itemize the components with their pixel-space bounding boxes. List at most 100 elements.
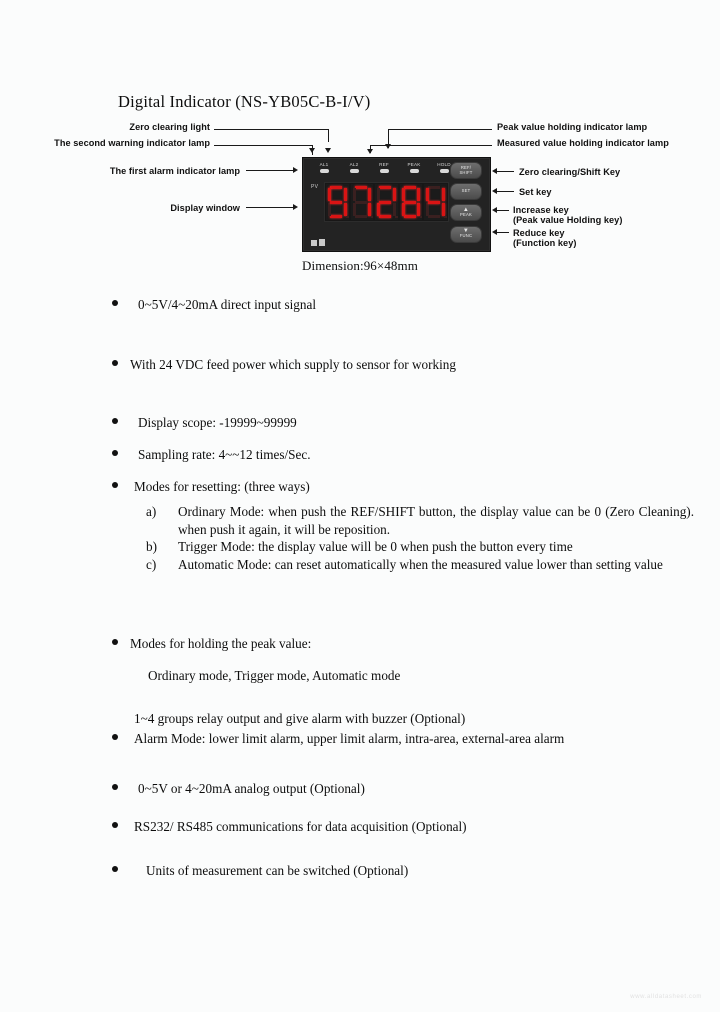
- callout-increase-key: Increase key: [513, 205, 569, 215]
- list-item: Modes for resetting: (three ways): [112, 479, 310, 495]
- segment-a: [354, 186, 367, 189]
- arrow-down-icon: [385, 144, 391, 149]
- segment-f: [328, 188, 331, 201]
- segment-d: [379, 215, 392, 218]
- bullet-icon: [112, 639, 118, 645]
- relay-output-text: 1~4 groups relay output and give alarm w…: [134, 711, 466, 726]
- arrow-down-icon: [367, 149, 373, 154]
- peak-label: PEAK: [460, 212, 472, 218]
- lamp-peak-label: PEAK: [407, 162, 421, 167]
- sub-item-text: Automatic Mode: can reset automatically …: [178, 557, 663, 572]
- watermark: www.alldatasheet.com: [630, 994, 702, 1000]
- list-item-text: Sampling rate: 4~~12 times/Sec.: [138, 447, 311, 462]
- list-item-text: Modes for holding the peak value:: [130, 636, 312, 651]
- display-digit: [326, 184, 349, 220]
- arrow-left-icon: [492, 188, 497, 194]
- lamp-al2-led: [349, 169, 359, 173]
- segment-d: [403, 215, 416, 218]
- leader-line: [496, 232, 509, 233]
- segment-e: [352, 203, 356, 216]
- callout-set-key: Set key: [519, 187, 552, 197]
- arrow-right-icon: [293, 167, 298, 173]
- segment-g: [379, 201, 392, 204]
- list-item-text: 0~5V/4~20mA direct input signal: [138, 297, 316, 312]
- list-item: 0~5V or 4~20mA analog output (Optional): [112, 781, 365, 797]
- bullet-icon: [112, 784, 118, 790]
- segment-f: [426, 188, 430, 201]
- segment-g: [354, 201, 367, 204]
- lamp-al1-led: [319, 169, 329, 173]
- reduce-func-button[interactable]: ▼ FUNC: [450, 225, 482, 243]
- brand-logo-icon: [311, 239, 327, 246]
- display-digit: [424, 184, 447, 220]
- segment-a: [379, 186, 392, 189]
- sub-list-item-c: c) Automatic Mode: can reset automatical…: [146, 556, 694, 574]
- list-item-text: Display scope: -19999~99999: [138, 415, 297, 430]
- display-digit: [375, 184, 398, 220]
- arrow-left-icon: [492, 168, 497, 174]
- list-item-text: 0~5V or 4~20mA analog output (Optional): [138, 781, 365, 796]
- lamp-al2: AL2: [341, 162, 367, 173]
- set-button[interactable]: SET: [450, 183, 482, 201]
- leader-line: [246, 207, 294, 208]
- arrow-down-icon: [309, 148, 315, 153]
- sub-marker: b): [146, 539, 157, 554]
- segment-e: [328, 203, 331, 216]
- list-item: With 24 VDC feed power which supply to s…: [112, 357, 456, 373]
- bullet-icon: [112, 360, 118, 366]
- sub-marker: a): [146, 504, 157, 519]
- callout-display-window: Display window: [170, 203, 240, 213]
- segment-b: [343, 188, 347, 201]
- document-page: Digital Indicator (NS-YB05C-B-I/V) Zero …: [0, 0, 720, 1012]
- bullet-icon: [112, 482, 118, 488]
- arrow-down-icon: [325, 148, 331, 153]
- segment-c: [417, 203, 421, 216]
- segment-a: [428, 186, 441, 189]
- segment-d: [330, 215, 342, 218]
- leader-line: [496, 171, 514, 172]
- callout-zero-clearing-light: Zero clearing light: [129, 122, 210, 132]
- segment-c: [392, 203, 396, 216]
- lamp-peak: PEAK: [401, 162, 427, 173]
- bullet-icon: [112, 418, 118, 424]
- segment-g: [330, 201, 342, 204]
- sub-item-text: Trigger Mode: the display value will be …: [178, 539, 573, 554]
- list-item: Sampling rate: 4~~12 times/Sec.: [112, 447, 311, 463]
- segment-g: [428, 201, 441, 204]
- bullet-icon: [112, 300, 118, 306]
- dimension-caption: Dimension:96×48mm: [302, 258, 418, 273]
- segment-c: [343, 203, 347, 216]
- sub-item-text: Ordinary Mode: when push the REF/SHIFT b…: [178, 504, 694, 537]
- segment-e: [377, 203, 381, 216]
- increase-peak-button[interactable]: ▲ PEAK: [450, 204, 482, 222]
- segment-f: [401, 188, 405, 201]
- callout-reduce-key: Reduce key: [513, 228, 565, 238]
- button-column: REF/ SHIFT SET ▲ PEAK ▼ FUNC: [450, 162, 484, 247]
- list-item: Alarm Mode: lower limit alarm, upper lim…: [112, 731, 564, 747]
- list-item-text: Modes for resetting: (three ways): [134, 479, 310, 494]
- lamp-al1: AL1: [311, 162, 337, 173]
- list-item: Display scope: -19999~99999: [112, 415, 297, 431]
- ref-shift-button[interactable]: REF/ SHIFT: [450, 162, 482, 179]
- sub-list-item-b: b) Trigger Mode: the display value will …: [146, 538, 694, 556]
- callout-peak-hold-lamp: Peak value holding indicator lamp: [497, 122, 648, 132]
- bullet-icon: [112, 822, 118, 828]
- sub-list-item-a: a) Ordinary Mode: when push the REF/SHIF…: [146, 503, 694, 538]
- sub-marker: c): [146, 557, 157, 572]
- lamp-ref-label: REF: [379, 162, 389, 167]
- segment-d: [354, 215, 367, 218]
- leader-line: [388, 129, 492, 130]
- lamp-peak-led: [409, 169, 419, 173]
- segment-d: [428, 215, 441, 218]
- bullet-icon: [112, 734, 118, 740]
- lamp-al2-label: AL2: [349, 162, 359, 167]
- segment-f: [377, 188, 381, 201]
- leader-line: [328, 129, 329, 142]
- arrow-left-icon: [492, 229, 497, 235]
- decimal-point: [419, 215, 423, 218]
- callout-second-warning-lamp: The second warning indicator lamp: [54, 138, 210, 148]
- lamp-ref: REF: [371, 162, 397, 173]
- segment-e: [401, 203, 405, 216]
- decimal-point: [370, 215, 374, 218]
- leader-line: [496, 210, 509, 211]
